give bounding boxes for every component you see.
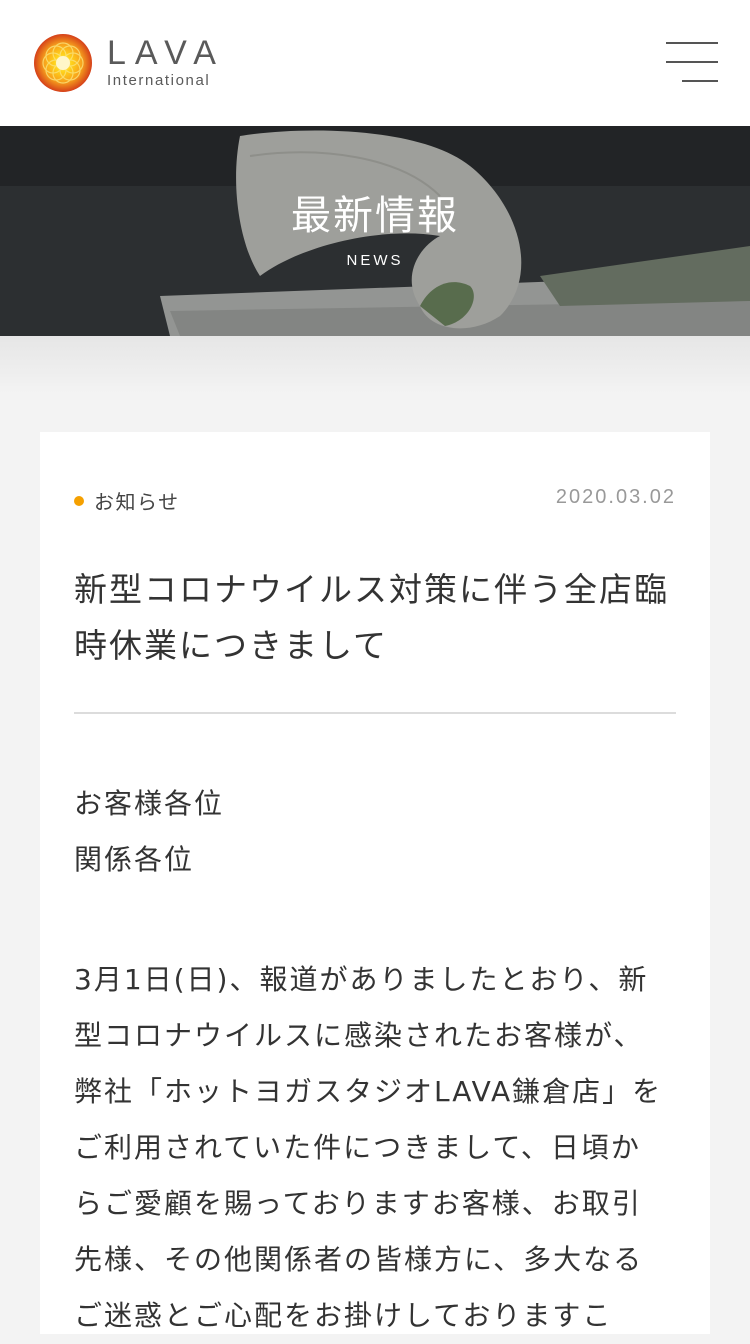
hamburger-line	[666, 61, 718, 63]
article-meta: お知らせ 2020.03.02	[74, 486, 676, 514]
logo-main-text: LAVA	[107, 34, 225, 72]
body-line: 型コロナウイルスに感染されたお客様が、	[74, 1019, 644, 1052]
news-article-card: お知らせ 2020.03.02 新型コロナウイルス対策に伴う全店臨 時休業につき…	[40, 432, 710, 1334]
body-line: 3月1日(日)、報道がありましたとおり、新	[74, 963, 649, 996]
logo[interactable]: LAVA International	[33, 33, 225, 93]
hero-banner: 最新情報 NEWS	[0, 126, 750, 336]
article-greeting: お客様各位 関係各位	[74, 776, 676, 888]
shadow-strip	[0, 336, 750, 432]
article-body: 3月1日(日)、報道がありましたとおり、新 型コロナウイルスに感染されたお客様が…	[74, 952, 686, 1344]
article-title-line: 時休業につきまして	[74, 626, 389, 665]
hamburger-line	[682, 80, 718, 82]
hamburger-menu-icon	[666, 42, 718, 44]
logo-text: LAVA International	[107, 36, 225, 90]
hero-subtitle: NEWS	[346, 252, 404, 269]
site-header: LAVA International	[0, 0, 750, 126]
article-title-line: 新型コロナウイルス対策に伴う全店臨	[74, 570, 669, 609]
greeting-line: お客様各位	[74, 787, 225, 820]
body-line: らご愛顧を賜っておりますお客様、お取引	[74, 1187, 642, 1220]
category-badge[interactable]: お知らせ	[74, 486, 180, 515]
body-line: ご迷惑とご心配をお掛けしておりますこ	[74, 1299, 613, 1332]
body-line: 弊社「ホットヨガスタジオLAVA鎌倉店」を	[74, 1075, 663, 1108]
body-line: ご利用されていた件につきまして、日頃か	[74, 1131, 641, 1164]
article-title: 新型コロナウイルス対策に伴う全店臨 時休業につきまして	[74, 562, 676, 674]
divider	[74, 712, 676, 714]
category-label: お知らせ	[94, 490, 180, 514]
body-line: 先様、その他関係者の皆様方に、多大なる	[74, 1243, 644, 1276]
hamburger-menu-button[interactable]	[666, 42, 718, 84]
article-date: 2020.03.02	[555, 486, 676, 508]
hero-title: 最新情報	[291, 193, 459, 239]
category-dot-icon	[74, 495, 84, 506]
greeting-line: 関係各位	[74, 843, 195, 876]
lava-sun-logo-icon	[34, 34, 92, 92]
logo-sub-text: International	[107, 72, 211, 89]
